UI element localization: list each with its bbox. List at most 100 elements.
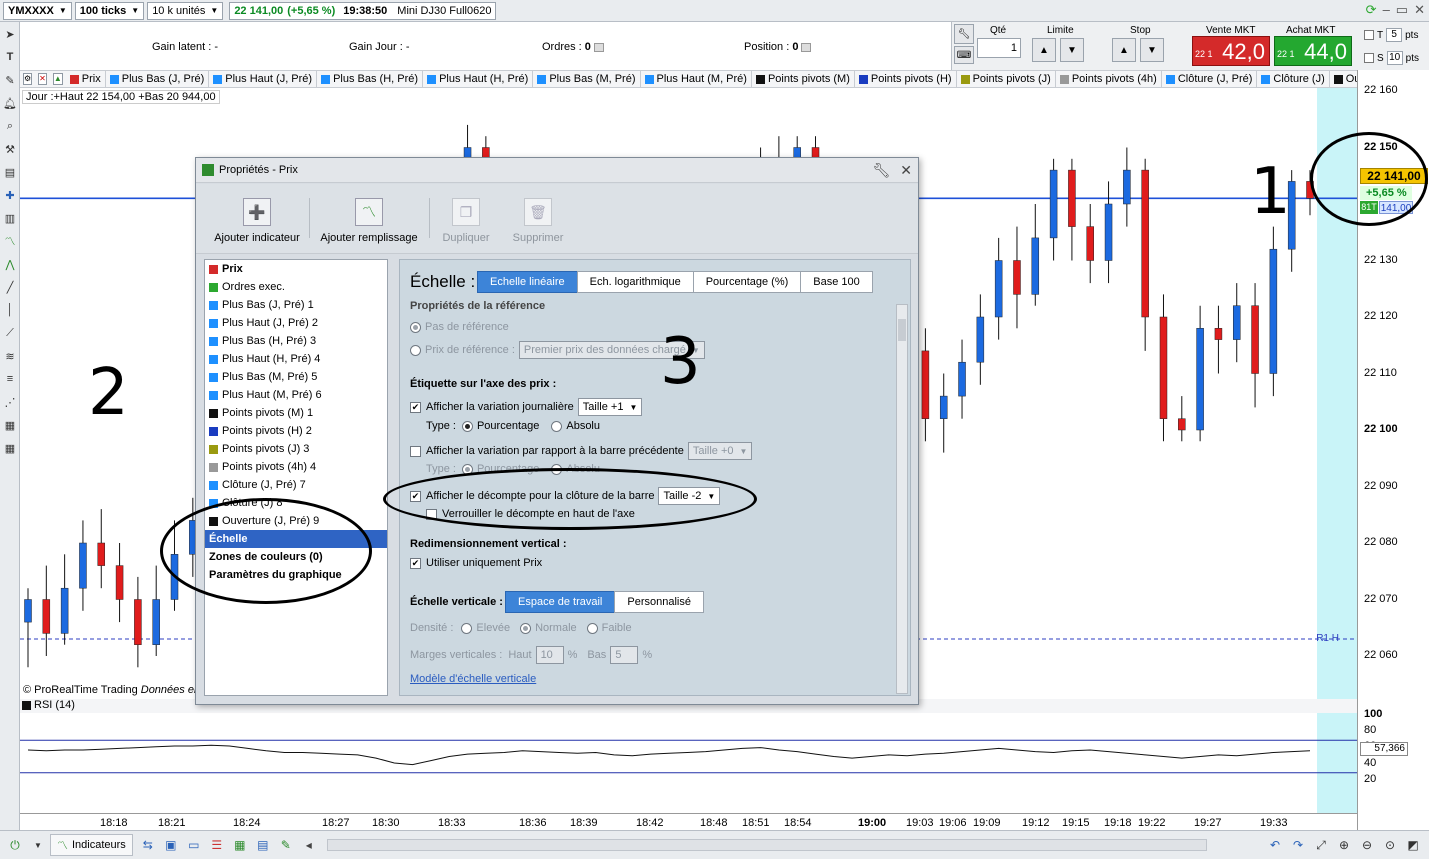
buy-market-button[interactable]: 22 1 44,0 [1274, 36, 1352, 66]
list-item[interactable]: Plus Haut (J, Pré) 2 [205, 314, 387, 332]
daily-size-select[interactable]: Taille +1 ▼ [577, 398, 643, 416]
indicator-tag[interactable]: Plus Bas (J, Pré) [106, 71, 210, 87]
pen-icon[interactable]: ✎ [278, 837, 294, 853]
add-icon[interactable]: ▲ [52, 73, 63, 85]
zoom-in-icon[interactable]: ⊕ [1336, 837, 1352, 853]
margin-top-spinner[interactable]: 10 [535, 646, 564, 664]
refresh-icon[interactable]: ⟳ [1366, 2, 1377, 18]
scrollbar-thumb[interactable] [898, 319, 906, 341]
tab-log[interactable]: Ech. logarithmique [576, 271, 694, 293]
margin-bottom-spinner[interactable]: 5 [610, 646, 639, 664]
prev-size-select[interactable]: Taille +0 ▼ [687, 442, 753, 460]
document-icon[interactable]: ▤ [2, 164, 18, 180]
text-icon[interactable]: T [2, 49, 18, 65]
list-item[interactable]: Points pivots (4h) 4 [205, 458, 387, 476]
limit-sell-button[interactable]: ▼ [1060, 38, 1084, 62]
restore-icon[interactable]: ▭ [1396, 2, 1408, 18]
stop-sell-button[interactable]: ▼ [1140, 38, 1164, 62]
show-daily-row[interactable]: ✔ Afficher la variation journalière Taille… [410, 398, 643, 416]
screen-icon[interactable]: ▤ [255, 837, 271, 853]
indicator-tag[interactable]: Clôture (J) [1257, 71, 1330, 87]
wrench-icon[interactable]: 🔧︎ [954, 24, 974, 44]
crosshair-icon[interactable]: ✚ [2, 187, 18, 203]
units-dropdown[interactable]: 10 k unités ▼ [147, 1, 224, 20]
trend-icon[interactable]: 〽 [2, 233, 18, 249]
ticks-dropdown[interactable]: 100 ticks ▼ [74, 1, 145, 20]
list-icon[interactable]: ☰ [209, 837, 225, 853]
list-item[interactable]: Plus Haut (H, Pré) 4 [205, 350, 387, 368]
tab-percent[interactable]: Pourcentage (%) [692, 271, 802, 293]
trailing-checkbox[interactable] [1364, 30, 1374, 40]
indicators-button[interactable]: 〽 Indicateurs [50, 834, 133, 856]
indicator-tag[interactable]: Ouvertur [1330, 71, 1357, 87]
zoom-reset-icon[interactable]: ⊙ [1382, 837, 1398, 853]
indicator-tag[interactable]: Plus Haut (J, Pré) [209, 71, 318, 87]
close-icon[interactable]: ✕ [900, 162, 912, 179]
fit-icon[interactable]: ⤢ [1313, 837, 1329, 853]
grid-icon[interactable]: ▦ [2, 417, 18, 433]
qty-input[interactable]: 1 [977, 38, 1021, 58]
symbol-dropdown[interactable]: YMXXXX ▼ [3, 1, 72, 20]
alert-bell-icon[interactable]: 🔔︎ [2, 95, 18, 111]
density-normal-radio[interactable] [520, 622, 532, 634]
scale-model-link[interactable]: Modèle d'échelle verticale [410, 673, 536, 685]
table-icon[interactable]: ▦ [232, 837, 248, 853]
indicator-tag[interactable]: Points pivots (H) [855, 71, 957, 87]
power-icon[interactable]: ⏻ [7, 837, 23, 853]
duplicate-button[interactable]: ❐ Dupliquer [440, 198, 492, 244]
share-icon[interactable]: ⇆ [140, 837, 156, 853]
pattern-icon[interactable]: ⋀ [2, 256, 18, 272]
layout-icon[interactable]: ▣ [163, 837, 179, 853]
indicator-tag[interactable]: Plus Bas (H, Pré) [317, 71, 424, 87]
indicator-tag[interactable]: Prix [66, 71, 106, 87]
indicator-tag[interactable]: Points pivots (J) [957, 71, 1056, 87]
density-low-radio[interactable] [586, 622, 598, 634]
close-orders-icon[interactable] [593, 42, 604, 52]
dialog-titlebar[interactable]: Propriétés - Prix 🔧︎ ✕ [196, 158, 918, 183]
rsi-panel[interactable] [20, 713, 1357, 813]
ray-icon[interactable]: ⟋ [2, 325, 18, 341]
expand-icon[interactable]: ◩ [1405, 837, 1421, 853]
scroll-left-icon[interactable]: ◂ [301, 837, 317, 853]
tab-base100[interactable]: Base 100 [800, 271, 873, 293]
stop-buy-button[interactable]: ▲ [1112, 38, 1136, 62]
add-indicator-button[interactable]: ➕ Ajouter indicateur [212, 198, 302, 244]
tab-linear[interactable]: Echelle linéaire [477, 271, 578, 293]
ref-step-radio[interactable] [410, 321, 421, 333]
indicator-tag[interactable]: Plus Bas (M, Pré) [533, 71, 641, 87]
type-percent-radio[interactable] [461, 420, 473, 432]
list-item[interactable]: Plus Bas (J, Pré) 1 [205, 296, 387, 314]
list-item[interactable]: Plus Haut (M, Pré) 6 [205, 386, 387, 404]
use-price-checkbox[interactable]: ✔ [410, 557, 421, 569]
list-item[interactable]: Points pivots (H) 2 [205, 422, 387, 440]
chevron-down-icon[interactable]: ▼ [30, 837, 46, 853]
pencil-icon[interactable]: ✎ [2, 72, 18, 88]
tab-workspace[interactable]: Espace de travail [505, 591, 616, 613]
limit-buy-button[interactable]: ▲ [1032, 38, 1056, 62]
list-item[interactable]: Plus Bas (M, Pré) 5 [205, 368, 387, 386]
show-daily-checkbox[interactable]: ✔ [410, 401, 421, 413]
remove-icon[interactable]: ✕ [38, 73, 47, 85]
trash-icon[interactable]: ▥ [2, 210, 18, 226]
horizontal-scrollbar[interactable] [326, 839, 1207, 851]
show-prev-checkbox[interactable] [410, 445, 421, 457]
ref-step-row[interactable]: Pas de référence [410, 321, 509, 333]
indicator-tag[interactable]: Clôture (J, Pré) [1162, 71, 1258, 87]
add-fill-button[interactable]: 〽 Ajouter remplissage [320, 198, 418, 244]
cursor-icon[interactable]: ➤ [2, 26, 18, 42]
list-item[interactable]: Clôture (J, Pré) 7 [205, 476, 387, 494]
time-axis[interactable]: 18:18 18:21 18:24 18:27 18:30 18:33 18:36 18:39… [20, 813, 1357, 830]
undo-icon[interactable]: ↶ [1267, 837, 1283, 853]
delete-button[interactable]: 🗑︎ Supprimer [510, 198, 566, 244]
fibonacci-icon[interactable]: ≡ [2, 371, 18, 387]
keyboard-icon[interactable]: ⌨ [954, 46, 974, 64]
close-position-icon[interactable] [801, 42, 812, 52]
close-icon[interactable]: ✕ [1414, 2, 1425, 18]
indicator-tag[interactable]: Points pivots (M) [752, 71, 855, 87]
sell-market-button[interactable]: 22 1 42,0 [1192, 36, 1270, 66]
comment-icon[interactable]: ▭ [186, 837, 202, 853]
show-prev-row[interactable]: Afficher la variation par rapport à la b… [410, 442, 753, 460]
list-item[interactable]: Ordres exec. [205, 278, 387, 296]
list-item[interactable]: Points pivots (J) 3 [205, 440, 387, 458]
t-input[interactable]: 5 [1386, 28, 1403, 42]
